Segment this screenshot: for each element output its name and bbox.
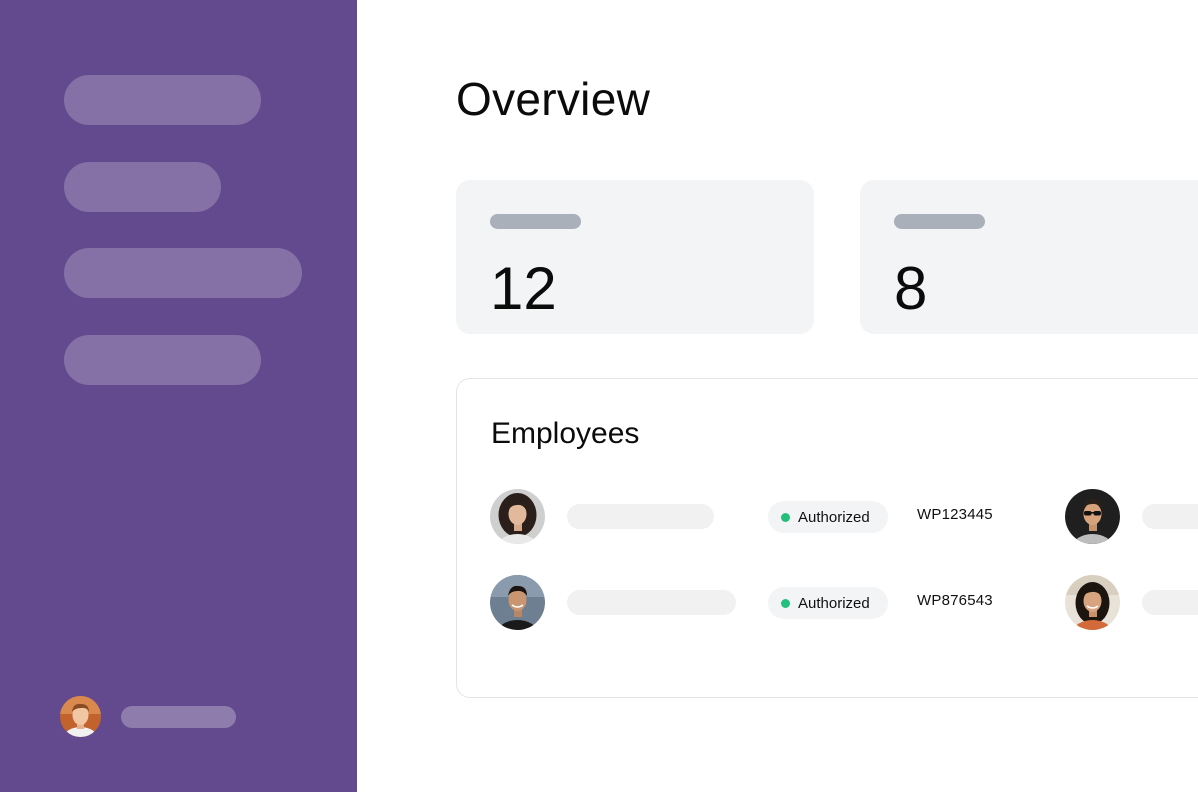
table-row[interactable]: Authorized WP123445 xyxy=(457,489,1198,545)
employees-panel: Employees Authorized WP123445 Authorized… xyxy=(456,378,1198,698)
employee-avatar[interactable] xyxy=(1065,575,1120,630)
status-badge: Authorized xyxy=(768,501,888,533)
status-text: Authorized xyxy=(798,508,870,526)
stat-value: 12 xyxy=(490,255,557,322)
employee-avatar[interactable] xyxy=(490,575,545,630)
sidebar xyxy=(0,0,357,792)
employee-id: WP876543 xyxy=(917,592,993,609)
app-root: Overview 12 8 Employees Authorized WP123… xyxy=(0,0,1198,792)
user-name-placeholder xyxy=(121,706,236,728)
stat-card[interactable]: 12 xyxy=(456,180,814,334)
employees-title: Employees xyxy=(491,417,640,450)
employee-avatar[interactable] xyxy=(1065,489,1120,544)
employee-name-placeholder xyxy=(567,504,714,529)
employee-name-placeholder xyxy=(567,590,736,615)
stat-label-placeholder xyxy=(894,214,985,229)
status-dot-icon xyxy=(781,512,790,522)
user-avatar[interactable] xyxy=(60,696,101,737)
page-title: Overview xyxy=(456,73,651,125)
employee-id: WP123445 xyxy=(917,506,993,523)
sidebar-nav-item-3[interactable] xyxy=(64,248,302,298)
status-dot-icon xyxy=(781,598,790,608)
table-row[interactable]: Authorized WP876543 xyxy=(457,575,1198,631)
employee-name-placeholder xyxy=(1142,504,1198,529)
sidebar-nav-item-2[interactable] xyxy=(64,162,221,212)
status-badge: Authorized xyxy=(768,587,888,619)
employee-avatar[interactable] xyxy=(490,489,545,544)
sidebar-nav-item-4[interactable] xyxy=(64,335,261,385)
sidebar-nav-item-1[interactable] xyxy=(64,75,261,125)
status-text: Authorized xyxy=(798,594,870,612)
employee-name-placeholder xyxy=(1142,590,1198,615)
stat-value: 8 xyxy=(894,255,928,322)
stat-label-placeholder xyxy=(490,214,581,229)
stat-card[interactable]: 8 xyxy=(860,180,1198,334)
